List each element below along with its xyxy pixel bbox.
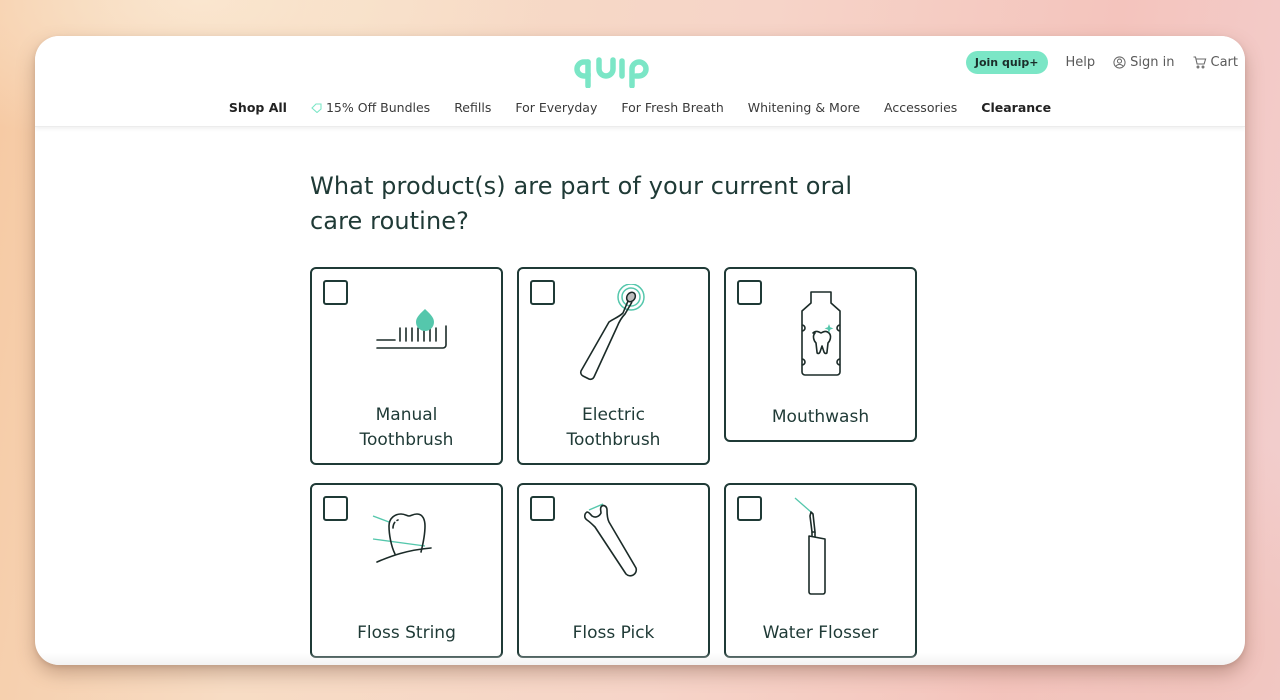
cart-label: Cart xyxy=(1210,54,1239,70)
help-label: Help xyxy=(1065,54,1096,70)
option-label: Manual Toothbrush xyxy=(359,405,454,450)
option-mouthwash[interactable]: Mouthwash xyxy=(724,267,917,442)
nav-for-fresh-breath[interactable]: For Fresh Breath xyxy=(621,100,723,115)
nav-refills[interactable]: Refills xyxy=(454,100,491,115)
main-nav: Shop All 15% Off Bundles Refills For Eve… xyxy=(35,100,1245,115)
account-links: Join quip+ Help Sign in Cart xyxy=(965,50,1239,74)
water-flosser-icon xyxy=(794,497,826,595)
mouthwash-icon xyxy=(800,290,841,376)
option-floss-pick[interactable]: Floss Pick xyxy=(517,483,710,658)
help-link[interactable]: Help xyxy=(1066,55,1096,70)
nav-bundles[interactable]: 15% Off Bundles xyxy=(311,100,430,115)
option-label: Floss Pick xyxy=(572,623,655,643)
floss-pick-icon xyxy=(583,503,637,577)
join-quip-plus-button[interactable]: Join quip+ xyxy=(965,50,1048,74)
nav-for-everyday[interactable]: For Everyday xyxy=(515,100,597,115)
nav-label: Accessories xyxy=(884,100,958,115)
tag-icon xyxy=(311,102,322,113)
bottom-fade xyxy=(35,653,1245,665)
nav-label: Refills xyxy=(454,100,492,115)
nav-accessories[interactable]: Accessories xyxy=(884,100,957,115)
nav-label: Clearance xyxy=(981,100,1052,115)
option-floss-string[interactable]: Floss String xyxy=(310,483,503,658)
sign-in-label: Sign in xyxy=(1130,54,1175,70)
quiz-question: What product(s) are part of your current… xyxy=(310,172,853,235)
option-electric-toothbrush[interactable]: Electric Toothbrush xyxy=(517,267,710,465)
nav-label: Whitening & More xyxy=(747,100,861,115)
nav-whitening-more[interactable]: Whitening & More xyxy=(748,100,860,115)
option-label: Water Flosser xyxy=(762,623,879,643)
quip-logo[interactable] xyxy=(572,48,662,88)
nav-label: For Fresh Breath xyxy=(621,100,724,115)
manual-toothbrush-icon xyxy=(375,308,447,349)
option-label: Mouthwash xyxy=(771,407,870,427)
nav-clearance[interactable]: Clearance xyxy=(981,100,1051,115)
site-header: Join quip+ Help Sign in Cart Shop All 15… xyxy=(35,36,1245,127)
user-circle-icon xyxy=(1113,55,1126,69)
nav-label: Shop All xyxy=(228,100,287,115)
nav-shop-all[interactable]: Shop All xyxy=(229,100,287,115)
option-water-flosser[interactable]: Water Flosser xyxy=(724,483,917,658)
product-options-grid: Manual Toothbrush Electric Toothbrush Mo… xyxy=(310,267,917,665)
option-label: Floss String xyxy=(357,623,456,643)
browser-window: Join quip+ Help Sign in Cart Shop All 15… xyxy=(35,36,1245,665)
cart-link[interactable]: Cart xyxy=(1193,54,1239,70)
option-label: Electric Toothbrush xyxy=(566,405,661,450)
option-manual-toothbrush[interactable]: Manual Toothbrush xyxy=(310,267,503,465)
electric-toothbrush-icon xyxy=(579,283,645,380)
nav-label: 15% Off Bundles xyxy=(325,100,431,115)
nav-label: For Everyday xyxy=(515,100,598,115)
cart-icon xyxy=(1193,55,1206,68)
sign-in-link[interactable]: Sign in xyxy=(1113,54,1175,70)
floss-string-icon xyxy=(372,513,432,563)
